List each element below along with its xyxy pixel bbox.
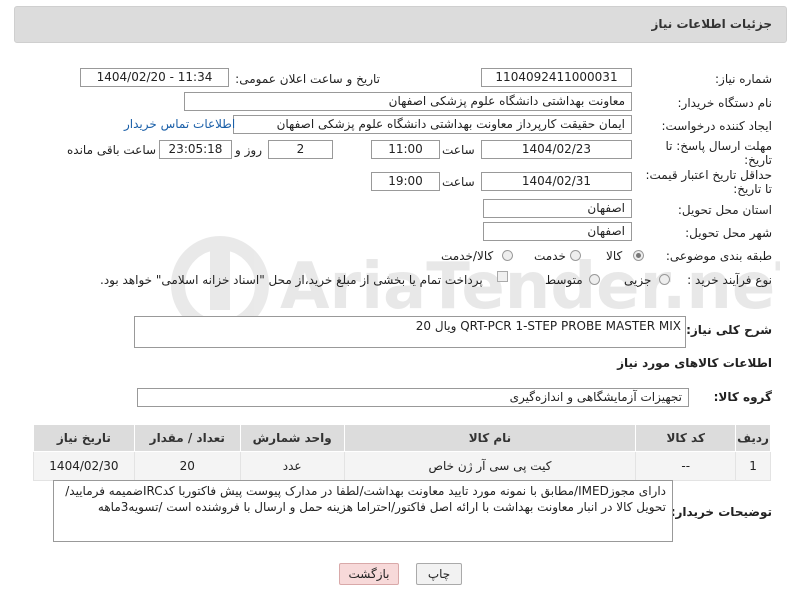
deadline-time-label: ساعت [442,143,475,157]
payment-note: پرداخت تمام یا بخشی از مبلغ خرید،از محل … [100,273,483,287]
cell-item-name: کیت پی سی آر ژن خاص [343,451,637,481]
treasury-payment-checkbox[interactable] [497,271,508,282]
creator-label: ایجاد کننده درخواست: [661,119,772,133]
col-need-date: تاریخ نیاز [33,424,135,452]
col-item-name: نام کالا [343,424,637,452]
validity-time-label: ساعت [442,175,475,189]
city-field: اصفهان [483,222,632,241]
col-row: ردیف [735,424,771,452]
buyer-contact-link[interactable]: اطلاعات تماس خریدار [124,117,235,131]
province-label: استان محل تحویل: [677,203,772,217]
items-section-title: اطلاعات کالاهای مورد نیاز [617,356,772,370]
category-label: طبقه بندی موضوعی: [665,249,772,263]
items-table: تاریخ نیاز تعداد / مقدار واحد شمارش نام … [33,424,771,481]
remaining-days-field: 2 [268,140,333,159]
category-option-goods: کالا [606,249,623,263]
print-button[interactable]: چاپ [416,563,462,585]
page-title: جزئیات اطلاعات نیاز [651,17,772,31]
category-radio-service[interactable] [570,250,581,261]
days-label: روز و [235,143,262,157]
city-label: شهر محل تحویل: [685,226,772,240]
province-field: اصفهان [483,199,632,218]
creator-field: ایمان حقیقت کارپرداز معاونت بهداشتی دانش… [233,115,632,134]
col-unit: واحد شمارش [239,424,345,452]
cell-item-code: -- [635,451,737,481]
category-radio-both[interactable] [502,250,513,261]
need-number-field: 1104092411000031 [481,68,632,87]
buyer-notes-label: توضیحات خریدار: [670,505,772,519]
category-option-both: کالا/خدمت [441,249,494,263]
validity-time-field: 19:00 [371,172,440,191]
col-quantity: تعداد / مقدار [133,424,241,452]
table-row: 1404/02/30 20 عدد کیت پی سی آر ژن خاص --… [33,451,771,481]
items-table-header: تاریخ نیاز تعداد / مقدار واحد شمارش نام … [33,424,771,452]
validity-date-field: 1404/02/31 [481,172,632,191]
announce-date-field: 1404/02/20 - 11:34 [80,68,229,87]
category-option-service: خدمت [534,249,566,263]
category-radio-goods[interactable] [633,250,644,261]
deadline-time-field: 11:00 [371,140,440,159]
need-number-label: شماره نیاز: [715,72,772,86]
buyer-notes-field: دارای مجوزIMED/مطابق با نمونه مورد تایید… [53,480,673,542]
buyer-org-label: نام دستگاه خریدار: [677,96,773,110]
process-label: نوع فرآیند خرید : [687,273,772,287]
goods-group-label: گروه کالا: [713,390,772,404]
deadline-date-field: 1404/02/23 [481,140,632,159]
panel-header: جزئیات اطلاعات نیاز [14,6,787,43]
remaining-time-field: 23:05:18 [159,140,232,159]
cell-row-number: 1 [735,451,771,481]
deadline-label-date: تاریخ: [744,153,772,167]
deadline-label: مهلت ارسال پاسخ: تا [665,139,772,153]
cell-need-date: 1404/02/30 [33,451,135,481]
col-item-code: کد کالا [635,424,737,452]
process-radio-medium[interactable] [589,274,600,285]
process-option-minor: جزیی [624,273,652,287]
cell-quantity: 20 [133,451,241,481]
remaining-label: ساعت باقی مانده [67,143,157,157]
process-radio-minor[interactable] [659,274,670,285]
process-option-medium: متوسط [545,273,583,287]
description-label: شرح کلی نیاز: [686,323,772,337]
announce-date-label: تاریخ و ساعت اعلان عمومی: [235,72,380,86]
cell-unit: عدد [239,451,345,481]
buyer-org-field: معاونت بهداشتی دانشگاه علوم پزشکی اصفهان [184,92,632,111]
validity-label: حداقل تاریخ اعتبار قیمت: [645,168,772,182]
back-button[interactable]: بازگشت [339,563,399,585]
description-field: 20 ویال QRT-PCR 1-STEP PROBE MASTER MIX [134,316,686,348]
goods-group-field: تجهیزات آزمایشگاهی و اندازه‌گیری [137,388,689,407]
validity-label-date: تا تاریخ: [733,182,772,196]
